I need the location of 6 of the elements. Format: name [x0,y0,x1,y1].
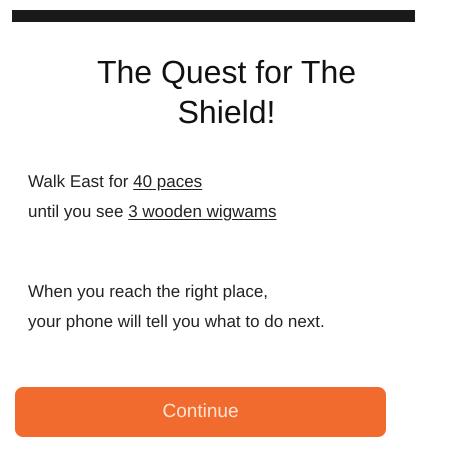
instruction-line: Walk East for 40 paces [28,171,202,193]
message-line: your phone will tell you what to do next. [28,311,325,333]
instruction-line: until you see 3 wooden wigwams [28,201,277,223]
message-line: When you reach the right place, [28,281,268,303]
continue-button[interactable]: Continue [15,387,386,437]
quest-title: The Quest for The Shield! [96,53,358,132]
